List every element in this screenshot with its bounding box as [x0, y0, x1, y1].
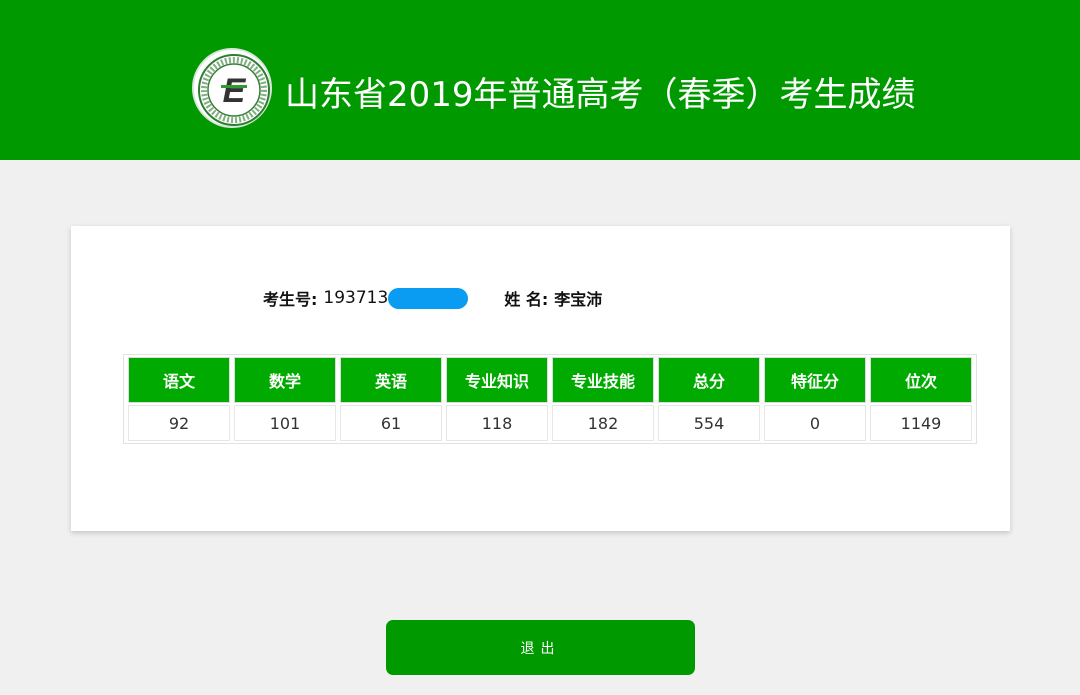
- score-math: 101: [234, 405, 336, 441]
- header-professional-knowledge: 专业知识: [446, 357, 548, 403]
- score-card: 考生号: 193713 姓 名: 李宝沛 语文 数学 英语 专业知识 专业技能 …: [71, 226, 1010, 531]
- redaction-mark: [388, 287, 469, 309]
- score-professional-knowledge: 118: [446, 405, 548, 441]
- header-english: 英语: [340, 357, 442, 403]
- score-rank: 1149: [870, 405, 972, 441]
- score-header-row: 语文 数学 英语 专业知识 专业技能 总分 特征分 位次: [128, 357, 972, 403]
- header-rank: 位次: [870, 357, 972, 403]
- student-name-group: 姓 名: 李宝沛: [504, 286, 602, 310]
- score-value-row: 92 101 61 118 182 554 0 1149: [128, 405, 972, 441]
- page-title: 山东省2019年普通高考（春季）考生成绩: [285, 75, 916, 115]
- student-info-row: 考生号: 193713 姓 名: 李宝沛: [263, 286, 602, 310]
- score-table: 语文 数学 英语 专业知识 专业技能 总分 特征分 位次 92 101 61 1…: [123, 354, 977, 444]
- education-admission-logo-icon: E: [192, 48, 272, 128]
- header-professional-skills: 专业技能: [552, 357, 654, 403]
- exit-button[interactable]: 退出: [386, 620, 695, 675]
- svg-text:E: E: [223, 72, 247, 110]
- student-id-value: 193713: [323, 288, 389, 308]
- header-total: 总分: [658, 357, 760, 403]
- score-total: 554: [658, 405, 760, 441]
- score-english: 61: [340, 405, 442, 441]
- header-math: 数学: [234, 357, 336, 403]
- header-chinese: 语文: [128, 357, 230, 403]
- student-name-value: 李宝沛: [554, 290, 603, 309]
- student-id-label: 考生号:: [263, 290, 318, 309]
- score-professional-skills: 182: [552, 405, 654, 441]
- score-feature: 0: [764, 405, 866, 441]
- header-feature-score: 特征分: [764, 357, 866, 403]
- student-name-label: 姓 名:: [504, 290, 549, 309]
- score-chinese: 92: [128, 405, 230, 441]
- page-header: E 山东省2019年普通高考（春季）考生成绩: [0, 0, 1080, 160]
